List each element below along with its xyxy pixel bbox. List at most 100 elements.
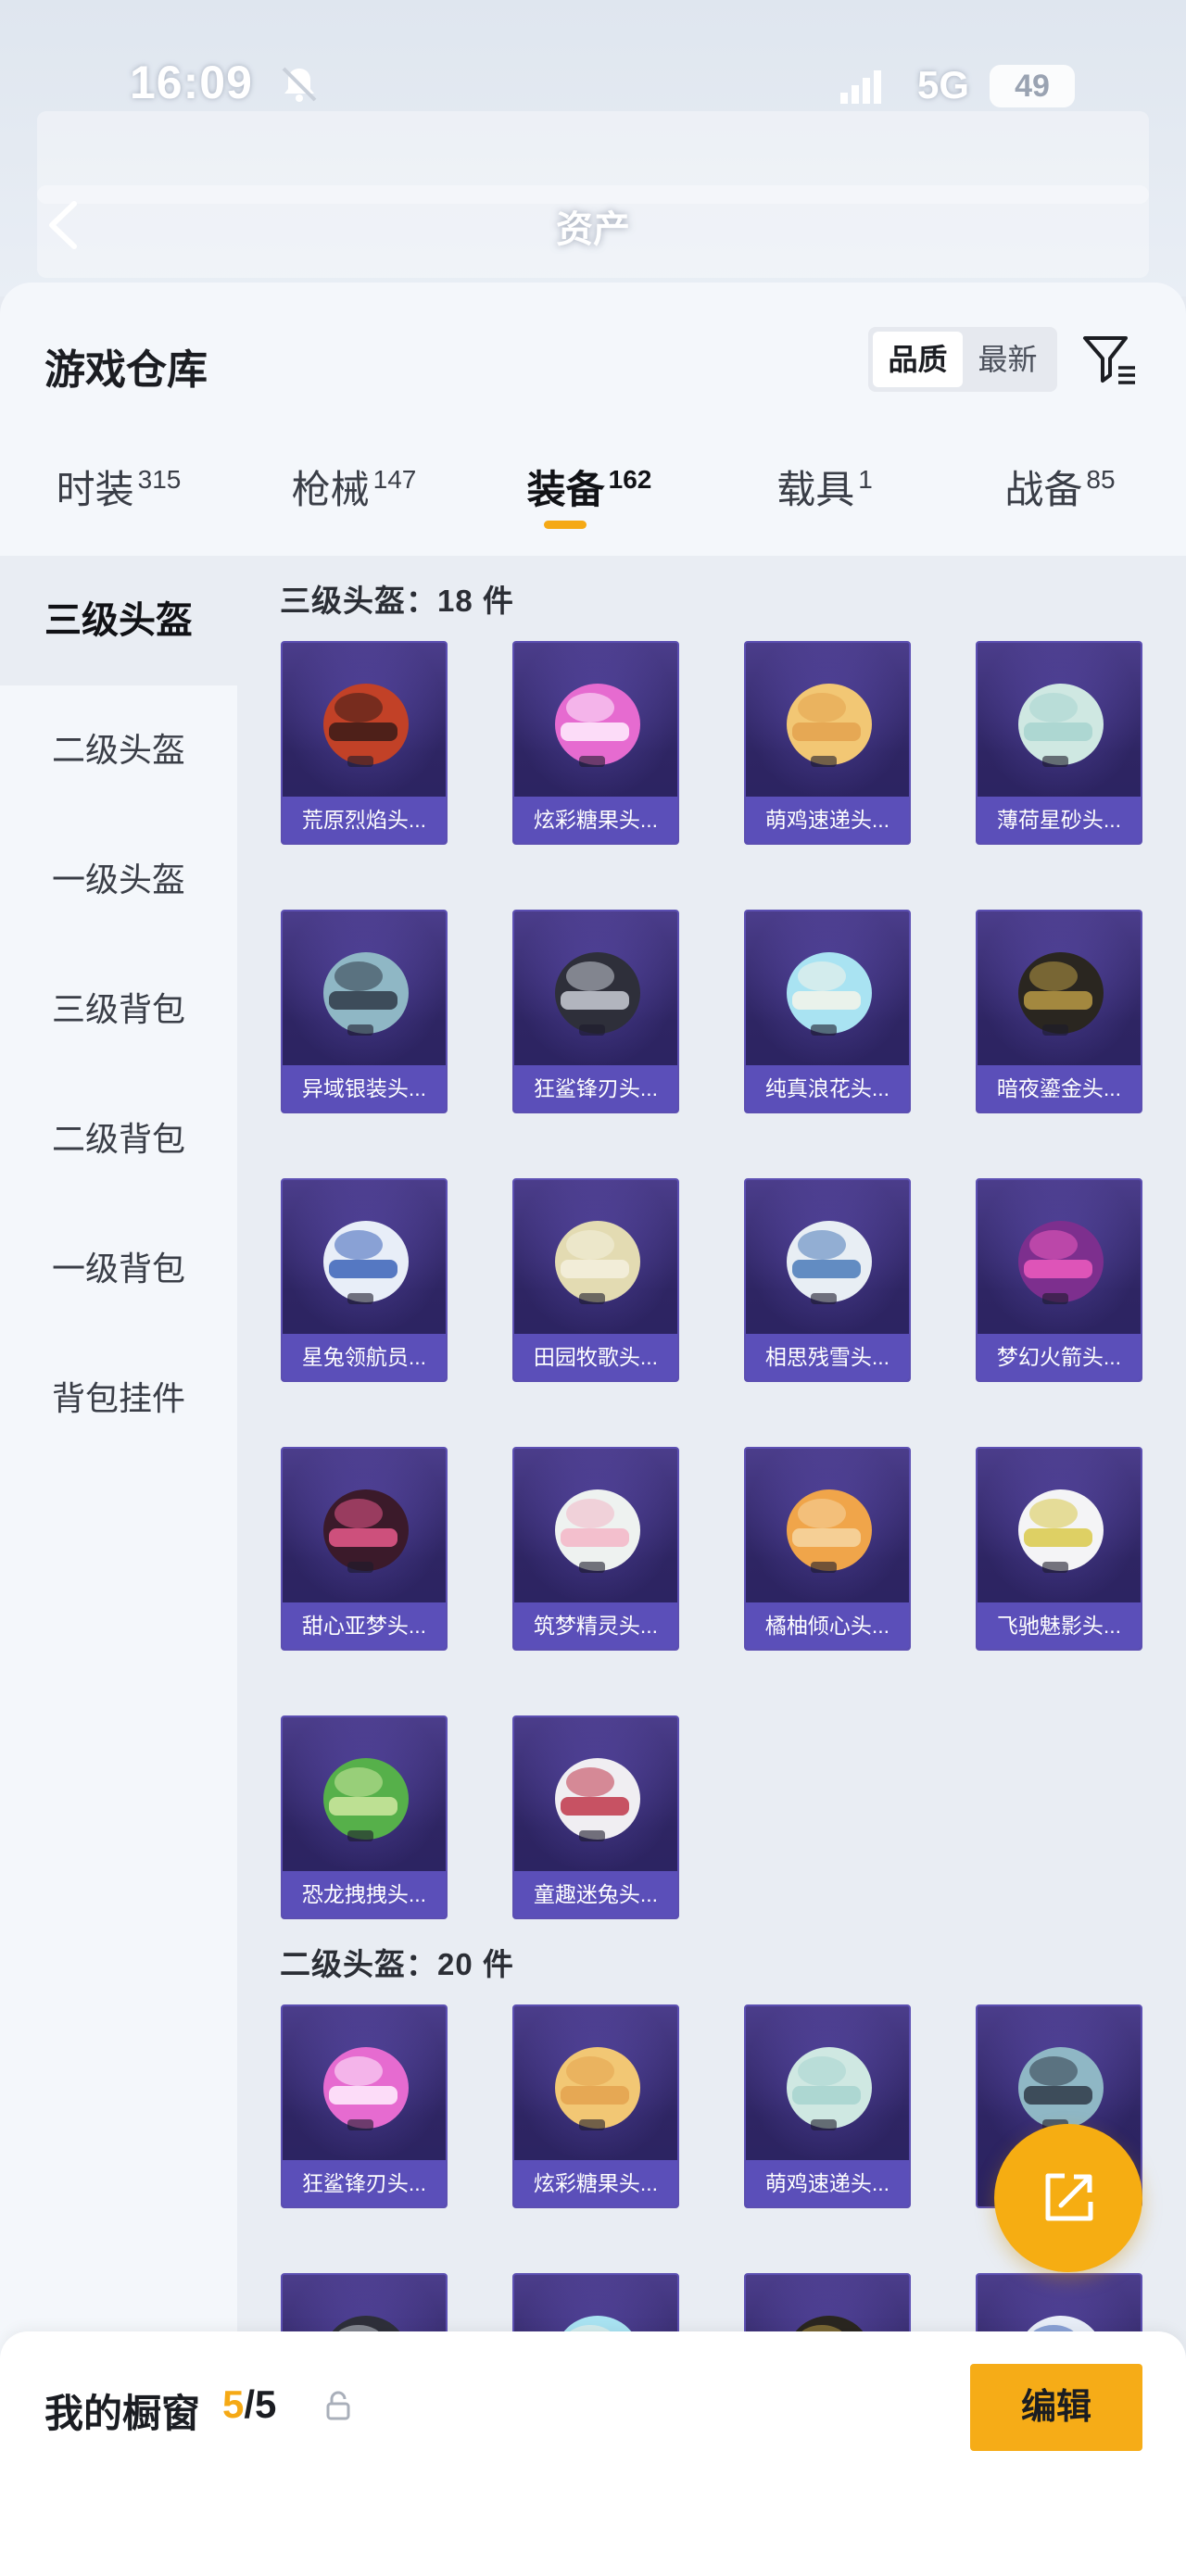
- sidebar-item-lv2-backpack[interactable]: 二级背包: [0, 1074, 237, 1204]
- sort-toggle: 品质 最新: [868, 327, 1057, 392]
- signal-icon: [840, 70, 881, 104]
- item-card[interactable]: 童趣迷兔头...: [512, 1715, 679, 1919]
- item-card[interactable]: 萌鸡速递头...: [744, 2004, 911, 2208]
- item-card[interactable]: 薄荷星砂头...: [976, 641, 1142, 845]
- status-bar: 16:09 5G 49: [0, 56, 1186, 120]
- item-card-label: 狂鲨锋刃头...: [514, 1065, 677, 1112]
- item-card[interactable]: 炫彩糖果头...: [512, 2004, 679, 2208]
- helmet-icon: [555, 1221, 640, 1304]
- section-title-lv3-helmet: 三级头盔：18 件: [280, 584, 514, 618]
- item-card-label: 筑梦精灵头...: [514, 1602, 677, 1649]
- helmet-icon: [323, 952, 409, 1036]
- item-card-label: 萌鸡速递头...: [746, 797, 909, 843]
- item-card[interactable]: 荒原烈焰头...: [281, 641, 448, 845]
- lock-icon: [326, 2391, 350, 2420]
- item-card-label: 相思残雪头...: [746, 1334, 909, 1380]
- helmet-icon: [1018, 952, 1104, 1036]
- item-card-label: 童趣迷兔头...: [514, 1871, 677, 1917]
- helmet-icon: [1018, 684, 1104, 767]
- item-card[interactable]: 梦幻火箭头...: [976, 1178, 1142, 1382]
- item-card[interactable]: 飞驰魅影头...: [976, 1447, 1142, 1651]
- page-title: 资产: [556, 209, 630, 250]
- edit-button[interactable]: 编辑: [970, 2364, 1142, 2451]
- tab-guns[interactable]: 枪械 147: [235, 459, 473, 515]
- helmet-icon: [323, 1489, 409, 1573]
- showcase-bar: 我的橱窗 5/5 编辑: [0, 2331, 1186, 2576]
- helmet-icon: [555, 684, 640, 767]
- item-card[interactable]: 纯真浪花头...: [744, 910, 911, 1113]
- helmet-icon: [787, 952, 872, 1036]
- item-card[interactable]: 异域银装头...: [281, 910, 448, 1113]
- item-card[interactable]: 星兔领航员...: [281, 1178, 448, 1382]
- item-card[interactable]: 恐龙拽拽头...: [281, 1715, 448, 1919]
- item-card-label: 荒原烈焰头...: [283, 797, 446, 843]
- share-icon: [1045, 2173, 1093, 2221]
- sidebar-item-lv1-backpack[interactable]: 一级背包: [0, 1204, 237, 1334]
- item-card-label: 炫彩糖果头...: [514, 2160, 677, 2206]
- helmet-icon: [787, 2047, 872, 2130]
- helmet-icon: [555, 1489, 640, 1573]
- item-card[interactable]: 狂鲨锋刃头...: [512, 910, 679, 1113]
- sidebar-item-lv2-helmet[interactable]: 二级头盔: [0, 685, 237, 815]
- item-card[interactable]: 萌鸡速递头...: [744, 641, 911, 845]
- bell-off-icon: [282, 67, 317, 102]
- item-card[interactable]: 橘柚倾心头...: [744, 1447, 911, 1651]
- item-card[interactable]: 狂鲨锋刃头...: [281, 2004, 448, 2208]
- item-card-label: 暗夜鎏金头...: [978, 1065, 1141, 1112]
- helmet-icon: [323, 1221, 409, 1304]
- showcase-count: 5/5: [222, 2382, 277, 2426]
- warehouse-sheet: 游戏仓库 品质 最新 时装 315 枪械 147 装备 162 载具 1 战备 85 三级…: [0, 283, 1186, 2576]
- item-card[interactable]: 炫彩糖果头...: [512, 641, 679, 845]
- tab-gear[interactable]: 战备 85: [941, 459, 1179, 515]
- helmet-icon: [1018, 1221, 1104, 1304]
- sidebar-item-lv1-helmet[interactable]: 一级头盔: [0, 815, 237, 945]
- sheet-title: 游戏仓库: [44, 347, 208, 393]
- item-card-label: 梦幻火箭头...: [978, 1334, 1141, 1380]
- item-card-label: 飞驰魅影头...: [978, 1602, 1141, 1649]
- section-title-lv2-helmet: 二级头盔：20 件: [280, 1947, 514, 1981]
- item-card[interactable]: 甜心亚梦头...: [281, 1447, 448, 1651]
- item-card-label: 甜心亚梦头...: [283, 1602, 446, 1649]
- item-grid: 三级头盔：18 件 二级头盔：20 件 荒原烈焰头... 炫彩糖果头... 萌鸡速递…: [237, 556, 1186, 2576]
- share-button[interactable]: [994, 2124, 1142, 2272]
- showcase-label: 我的橱窗: [44, 2392, 201, 2435]
- tab-equipment[interactable]: 装备 162: [471, 459, 708, 515]
- status-time: 16:09: [130, 57, 253, 108]
- filter-icon[interactable]: [1079, 329, 1139, 388]
- sidebar-item-lv3-backpack[interactable]: 三级背包: [0, 945, 237, 1074]
- helmet-icon: [323, 1758, 409, 1841]
- tab-vehicles[interactable]: 载具 1: [706, 459, 943, 515]
- item-card-label: 橘柚倾心头...: [746, 1602, 909, 1649]
- item-card[interactable]: 田园牧歌头...: [512, 1178, 679, 1382]
- category-sidebar: 三级头盔 二级头盔 一级头盔 三级背包 二级背包 一级背包 背包挂件: [0, 556, 237, 2576]
- network-type: 5G: [917, 63, 970, 107]
- battery-level: 49: [990, 65, 1075, 107]
- helmet-icon: [787, 1221, 872, 1304]
- item-card-label: 恐龙拽拽头...: [283, 1871, 446, 1917]
- item-card-label: 异域银装头...: [283, 1065, 446, 1112]
- item-card[interactable]: 筑梦精灵头...: [512, 1447, 679, 1651]
- item-card-label: 田园牧歌头...: [514, 1334, 677, 1380]
- helmet-icon: [1018, 1489, 1104, 1573]
- helmet-icon: [787, 1489, 872, 1573]
- item-card-label: 炫彩糖果头...: [514, 797, 677, 843]
- helmet-icon: [323, 2047, 409, 2130]
- helmet-icon: [555, 1758, 640, 1841]
- item-card-label: 萌鸡速递头...: [746, 2160, 909, 2206]
- helmet-icon: [555, 2047, 640, 2130]
- tab-active-indicator: [544, 521, 587, 529]
- category-tabs: 时装 315 枪械 147 装备 162 载具 1 战备 85: [0, 459, 1186, 560]
- sidebar-item-lv3-helmet[interactable]: 三级头盔: [0, 556, 237, 685]
- item-card[interactable]: 暗夜鎏金头...: [976, 910, 1142, 1113]
- helmet-icon: [323, 684, 409, 767]
- sort-newest-option[interactable]: 最新: [963, 332, 1053, 387]
- sidebar-item-backpack-charm[interactable]: 背包挂件: [0, 1334, 237, 1464]
- sort-quality-option[interactable]: 品质: [873, 332, 963, 387]
- item-card-label: 薄荷星砂头...: [978, 797, 1141, 843]
- tab-fashion[interactable]: 时装 315: [0, 459, 237, 515]
- item-card[interactable]: 相思残雪头...: [744, 1178, 911, 1382]
- helmet-icon: [787, 684, 872, 767]
- item-card-label: 星兔领航员...: [283, 1334, 446, 1380]
- item-card-label: 纯真浪花头...: [746, 1065, 909, 1112]
- helmet-icon: [555, 952, 640, 1036]
